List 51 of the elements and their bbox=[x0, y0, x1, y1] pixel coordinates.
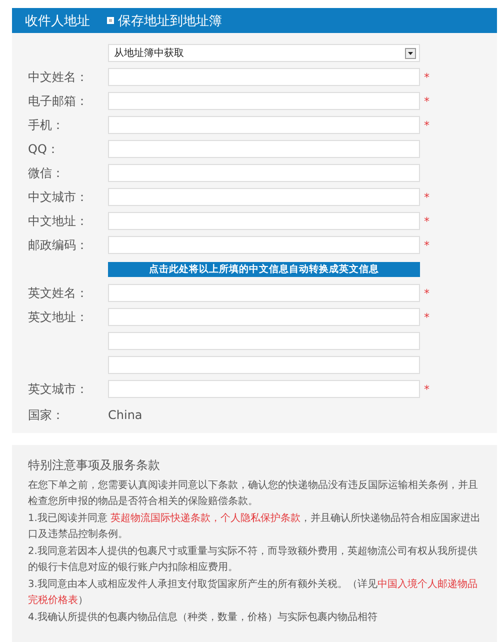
save-address-checkbox[interactable] bbox=[107, 17, 114, 24]
terms-paragraph: 1.我已阅读并同意 英超物流国际快递条款，个人隐私保护条款，并且确认所快递物品符合相应国家进出口及违禁品控制条例。 bbox=[28, 512, 482, 542]
country-value: China bbox=[108, 408, 142, 422]
field-label: 国家： bbox=[28, 406, 65, 424]
text-field[interactable] bbox=[108, 68, 420, 86]
required-asterisk: * bbox=[424, 214, 430, 228]
text-field[interactable] bbox=[108, 356, 420, 374]
text-field[interactable] bbox=[108, 116, 420, 134]
field-label: 邮政编码： bbox=[28, 236, 89, 254]
terms-link[interactable]: ， bbox=[210, 512, 220, 524]
required-asterisk: * bbox=[424, 310, 430, 324]
field-label: 中文姓名： bbox=[28, 68, 89, 86]
text-field[interactable] bbox=[108, 164, 420, 182]
terms-link[interactable]: 英超物流国际快递条款 bbox=[110, 512, 210, 524]
convert-button[interactable]: 点击此处将以上所填的中文信息自动转换成英文信息 bbox=[108, 262, 420, 277]
field-label: 中文城市： bbox=[28, 188, 89, 206]
text-field[interactable] bbox=[108, 380, 420, 398]
text-field[interactable] bbox=[108, 212, 420, 230]
text-field[interactable] bbox=[108, 308, 420, 326]
required-asterisk: * bbox=[424, 70, 430, 84]
text-field[interactable] bbox=[108, 332, 420, 350]
field-label: QQ： bbox=[28, 140, 60, 158]
terms-link[interactable]: 完税价格表 bbox=[28, 595, 78, 606]
field-label: 中文地址： bbox=[28, 212, 89, 230]
terms-paragraph: 3.我同意由本人或相应发件人承担支付取货国家所产生的所有额外关税。（详见中国入境个人邮递物品 完税价格表） bbox=[28, 578, 478, 608]
field-label: 英文姓名： bbox=[28, 284, 89, 302]
field-label: 微信： bbox=[28, 164, 65, 182]
text-field[interactable] bbox=[108, 188, 420, 206]
text-field[interactable] bbox=[108, 140, 420, 158]
field-label: 英文地址： bbox=[28, 308, 89, 326]
text-field[interactable] bbox=[108, 236, 420, 254]
terms-link[interactable]: 中国入境个人邮递物品 bbox=[377, 578, 478, 590]
required-asterisk: * bbox=[424, 238, 430, 252]
address-book-select[interactable]: 从地址簿中获取 bbox=[108, 44, 420, 62]
required-asterisk: * bbox=[424, 190, 430, 204]
section-title: 收件人地址 bbox=[25, 12, 90, 30]
required-asterisk: * bbox=[424, 382, 430, 396]
required-asterisk: * bbox=[424, 94, 430, 108]
required-asterisk: * bbox=[424, 118, 430, 132]
terms-link[interactable]: 个人隐私保护条款 bbox=[220, 512, 300, 524]
field-label: 电子邮箱： bbox=[28, 92, 89, 110]
text-field[interactable] bbox=[108, 92, 420, 110]
terms-title: 特别注意事项及服务条款 bbox=[28, 456, 161, 474]
terms-paragraph: 4.我确认所提供的包裹内物品信息（种类，数量，价格）与实际包裹内物品相符 bbox=[28, 610, 378, 624]
text-field[interactable] bbox=[108, 284, 420, 302]
field-label: 手机： bbox=[28, 116, 65, 134]
required-asterisk: * bbox=[424, 286, 430, 300]
field-label: 英文城市： bbox=[28, 380, 89, 398]
terms-paragraph: 在您下单之前，您需要认真阅读并同意以下条款，确认您的快递物品没有违反国际运输相关条例，并且检查您所申报的物品是否符合相关的保险赔偿条款。 bbox=[28, 478, 479, 509]
terms-paragraph: 2.我同意若因本人提供的包裹尺寸或重量与实际不符，而导致额外费用，英超物流公司有权从我所提供的银行卡信息对应的银行账户内扣除相应费用。 bbox=[28, 544, 478, 575]
save-address-label: 保存地址到地址簿 bbox=[118, 12, 222, 30]
